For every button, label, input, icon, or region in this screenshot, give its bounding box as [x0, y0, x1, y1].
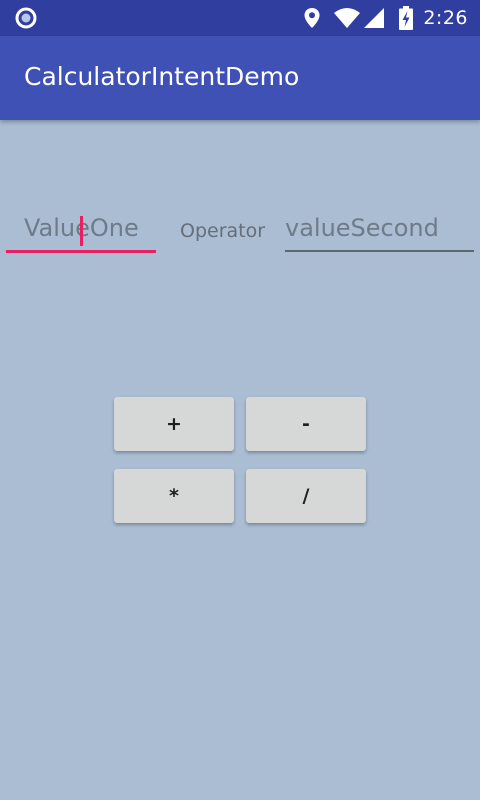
text-cursor	[80, 216, 83, 246]
status-time: 2:26	[423, 7, 468, 29]
location-icon	[304, 8, 320, 28]
status-bar: 2:26	[0, 0, 480, 36]
multiply-button[interactable]: *	[114, 469, 234, 523]
value-second-input[interactable]: valueSecond	[285, 208, 474, 252]
wifi-icon	[334, 8, 361, 28]
notification-circle-icon	[15, 7, 37, 29]
divide-button[interactable]: /	[246, 469, 366, 523]
subtract-button[interactable]: -	[246, 397, 366, 451]
operator-label: Operator	[180, 220, 266, 242]
app-title: CalculatorIntentDemo	[24, 62, 300, 91]
signal-icon	[364, 8, 385, 28]
add-button[interactable]: +	[114, 397, 234, 451]
app-bar: CalculatorIntentDemo	[0, 36, 480, 120]
status-icons: 2:26	[303, 0, 468, 36]
value-second-hint: valueSecond	[285, 214, 439, 242]
battery-charging-icon	[399, 6, 414, 30]
